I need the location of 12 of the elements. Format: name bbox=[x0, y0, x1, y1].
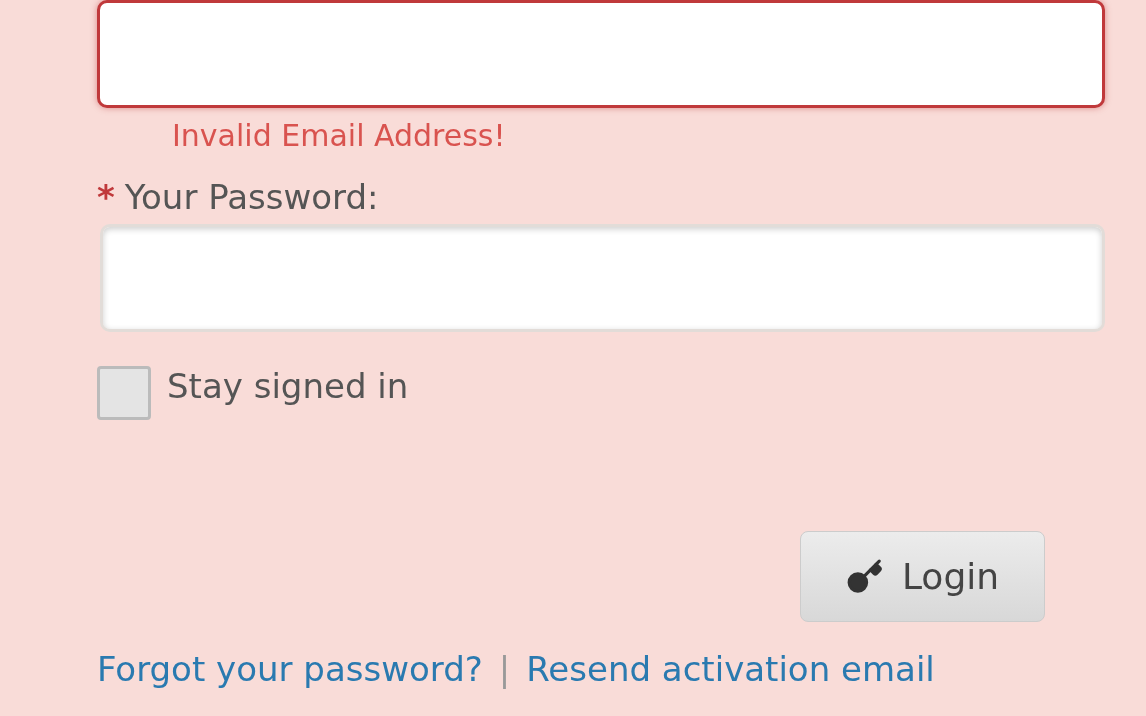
link-separator: | bbox=[498, 648, 511, 691]
text-link[interactable]: Forgot your password? bbox=[97, 646, 483, 692]
password-field[interactable] bbox=[100, 224, 1105, 332]
key-icon bbox=[845, 557, 884, 596]
text-link[interactable]: Resend activation email bbox=[526, 646, 935, 692]
stay-signed-in-label: Stay signed in bbox=[167, 366, 409, 406]
password-label: Your Password: bbox=[124, 176, 379, 219]
required-mark: * bbox=[97, 176, 115, 219]
email-field[interactable] bbox=[97, 0, 1105, 108]
stay-signed-in-checkbox[interactable] bbox=[97, 366, 151, 420]
login-button[interactable]: Login bbox=[800, 531, 1045, 622]
error-message: Invalid Email Address! bbox=[172, 118, 506, 153]
